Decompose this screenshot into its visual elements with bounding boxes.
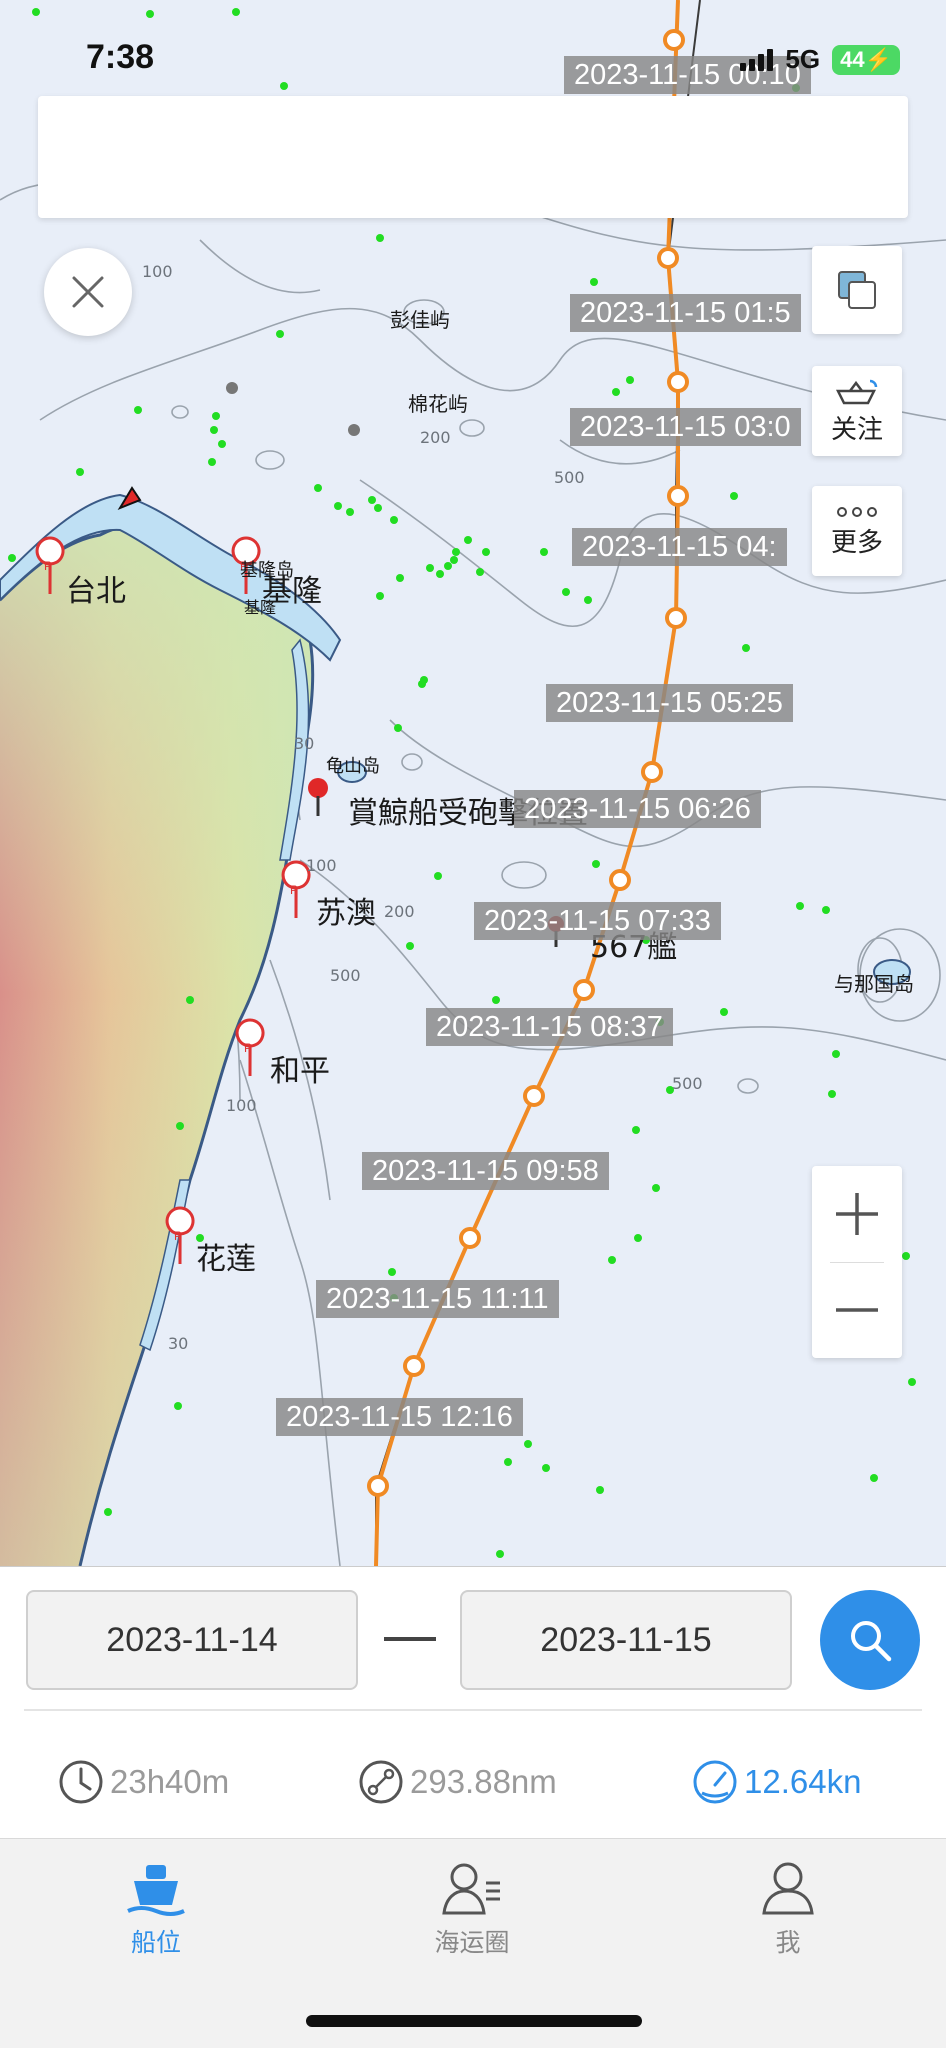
depth-label: 500 (672, 1074, 703, 1093)
place-guishan: 龟山岛 (326, 756, 380, 777)
tab-ship-position[interactable]: 船位 (56, 1861, 256, 1959)
depth-label: 500 (330, 966, 361, 985)
place-taipei: 台北 (66, 574, 126, 609)
tab-me[interactable]: 我 (688, 1861, 888, 1959)
distance-value: 293.88nm (410, 1763, 557, 1800)
place-yonaguni: 与那国岛 (834, 972, 914, 996)
close-icon (72, 276, 104, 308)
user-icon (762, 1862, 814, 1915)
search-icon (851, 1621, 892, 1662)
home-indicator (306, 2015, 642, 2027)
depth-label: 200 (420, 428, 451, 447)
layers-icon (838, 271, 876, 309)
follow-button[interactable]: 关注 (812, 366, 902, 456)
duration-value: 23h40m (110, 1763, 230, 1800)
battery-icon: 44⚡ (832, 44, 900, 75)
tab-label: 船位 (130, 1928, 181, 1957)
track-timestamp: 2023-11-15 05:25 (546, 684, 793, 722)
zoom-out-button[interactable] (812, 1262, 902, 1358)
end-date-field[interactable]: 2023-11-15 (460, 1590, 792, 1690)
svg-text:P: P (244, 1041, 252, 1055)
track-timestamp: 2023-11-15 09:58 (362, 1152, 609, 1190)
track-timestamp: 2023-11-15 08:37 (426, 1008, 673, 1046)
depth-label: 30 (294, 734, 315, 753)
more-label: 更多 (830, 527, 883, 558)
distance-stat: 293.88nm (358, 1759, 557, 1805)
tab-label: 海运圈 (434, 1928, 510, 1957)
panel-divider (24, 1709, 922, 1711)
map-canvas: P P P P P (0, 0, 946, 1566)
place-mianhua: 棉花屿 (408, 392, 468, 416)
ship-icon (127, 1865, 185, 1916)
place-heping: 和平 (270, 1054, 330, 1089)
track-timestamp: 2023-11-15 12:16 (276, 1398, 523, 1436)
route-icon (359, 1760, 403, 1804)
date-range-separator (384, 1637, 436, 1641)
signal-icon (740, 48, 774, 71)
speed-stat: 12.64kn (692, 1759, 861, 1805)
status-indicators: 5G 44⚡ (740, 44, 900, 75)
tab-shipping-circle[interactable]: 海运圈 (372, 1861, 572, 1959)
svg-text:P: P (44, 559, 52, 573)
place-hualien: 花莲 (196, 1242, 256, 1277)
map-view[interactable]: P P P P P 彭佳屿 棉花屿 基隆岛 台北 基隆 基隆 龟山岛 賞鯨船受砲… (0, 0, 946, 1566)
track-timestamp: 2023-11-15 03:0 (570, 408, 801, 446)
network-type: 5G (785, 44, 821, 74)
speedometer-icon (693, 1760, 737, 1804)
zoom-in-button[interactable] (812, 1166, 902, 1262)
track-timestamp: 2023-11-15 11:11 (316, 1280, 559, 1318)
duration-stat: 23h40m (58, 1759, 229, 1805)
svg-text:P: P (290, 883, 298, 897)
place-keelung-small: 基隆 (244, 598, 277, 617)
follow-label: 关注 (830, 414, 883, 445)
vessel-info-card[interactable] (38, 96, 908, 218)
status-time: 7:38 (86, 38, 155, 76)
start-date-field[interactable]: 2023-11-14 (26, 1590, 358, 1690)
more-icon (837, 506, 877, 517)
search-button[interactable] (820, 1590, 920, 1690)
depth-label: 500 (554, 468, 585, 487)
screen: P P P P P 彭佳屿 棉花屿 基隆岛 台北 基隆 基隆 龟山岛 賞鯨船受砲… (0, 0, 946, 2048)
tab-label: 我 (775, 1928, 801, 1957)
battery-level: 44 (840, 46, 865, 72)
place-suao: 苏澳 (316, 896, 376, 931)
map-layer-button[interactable] (812, 246, 902, 334)
track-timestamp: 2023-11-15 01:5 (570, 294, 801, 332)
more-button[interactable]: 更多 (812, 486, 902, 576)
svg-text:P: P (174, 1229, 182, 1243)
depth-label: 100 (142, 262, 173, 281)
place-pengjia: 彭佳屿 (390, 308, 450, 332)
minus-icon (836, 1308, 878, 1312)
depth-label: 100 (226, 1096, 257, 1115)
zoom-control (812, 1166, 902, 1358)
bottom-tab-bar: 船位 海运圈 我 (0, 1838, 946, 2048)
depth-label: 30 (168, 1334, 189, 1353)
track-timestamp: 2023-11-15 07:33 (474, 902, 721, 940)
close-button[interactable] (44, 248, 132, 336)
track-timestamp: 2023-11-15 04: (572, 528, 787, 566)
depth-label: 200 (384, 902, 415, 921)
track-query-panel: 2023-11-14 2023-11-15 23h40m 293.88nm 12… (0, 1566, 946, 1838)
track-timestamp: 2023-11-15 06:26 (514, 790, 761, 828)
contacts-icon (442, 1863, 500, 1915)
speed-value: 12.64kn (744, 1763, 862, 1800)
plus-icon (836, 1193, 878, 1235)
ship-follow-icon (835, 379, 878, 404)
clock-icon (59, 1760, 103, 1804)
depth-label: 100 (306, 856, 337, 875)
